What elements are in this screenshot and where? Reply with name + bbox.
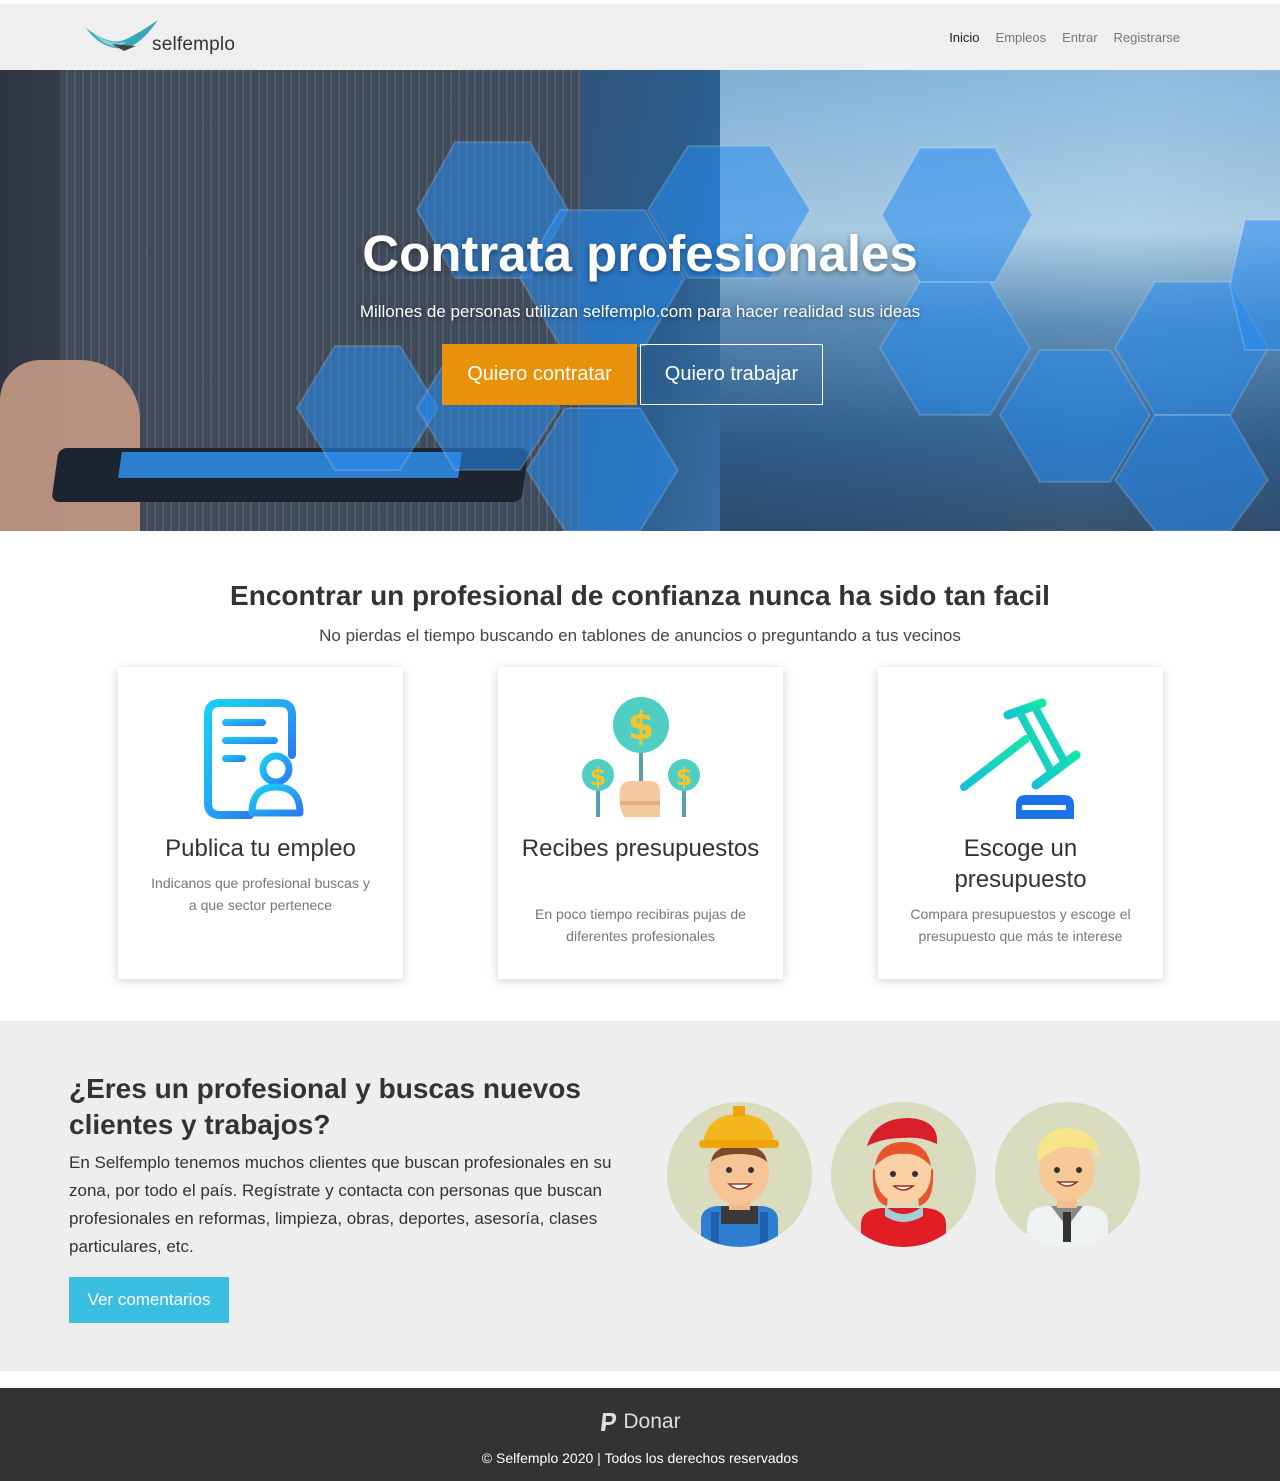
navbar: selfemplo Inicio Empleos Entrar Registra… (0, 4, 1280, 70)
step-title: Recibes presupuestos (521, 835, 760, 862)
footer: Donar © Selfemplo 2020 | Todos los derec… (0, 1388, 1280, 1481)
svg-text:$: $ (628, 704, 654, 748)
hero-banner: Contrata profesionales Millones de perso… (0, 70, 1280, 531)
donate-label: Donar (623, 1410, 681, 1433)
step-title: Escoge un presupuesto (954, 835, 1087, 893)
hire-button[interactable]: Quiero contratar (442, 344, 637, 405)
gavel-icon (960, 698, 1081, 819)
construction-worker-avatar (667, 1102, 812, 1247)
money-hand-icon: $ $ $ (582, 697, 700, 817)
nav-item-entrar[interactable]: Entrar (1062, 30, 1097, 45)
how-title: Encontrar un profesional de confianza nu… (230, 580, 1050, 611)
work-button[interactable]: Quiero trabajar (640, 344, 823, 405)
hero-subtitle: Millones de personas utilizan selfemplo.… (359, 302, 921, 321)
donate-link[interactable]: Donar (0, 1410, 1280, 1434)
professionals-section: ¿Eres un profesional y buscas nuevos cli… (0, 1021, 1280, 1371)
view-comments-button[interactable]: Ver comentarios (69, 1277, 229, 1323)
step-title: Publica tu empleo (165, 835, 356, 862)
hero-title: Contrata profesionales (362, 225, 918, 282)
nav-item-inicio[interactable]: Inicio (949, 30, 979, 45)
woman-beret-avatar (831, 1102, 976, 1247)
svg-text:$: $ (590, 763, 607, 791)
step-text: En poco tiempo recibiras pujas de difere… (535, 906, 746, 944)
main-nav: Inicio Empleos Entrar Registrarse (949, 30, 1180, 45)
brand-name: selfemplo (152, 34, 236, 55)
how-subtitle: No pierdas el tiempo buscando en tablone… (319, 626, 961, 645)
brand-logo[interactable]: selfemplo (84, 18, 244, 58)
professionals-title: ¿Eres un profesional y buscas nuevos cli… (69, 1073, 581, 1140)
step-text: Indicanos que profesional buscas y a que… (151, 875, 370, 913)
nav-item-registrarse[interactable]: Registrarse (1114, 30, 1180, 45)
nav-item-empleos[interactable]: Empleos (996, 30, 1047, 45)
doctor-avatar (995, 1102, 1140, 1247)
hexagon-overlay (295, 141, 1280, 531)
svg-text:$: $ (676, 763, 693, 791)
copyright-text: © Selfemplo 2020 | Todos los derechos re… (481, 1450, 799, 1466)
resume-icon (204, 699, 304, 819)
step-text: Compara presupuestos y escoge el presupu… (910, 906, 1131, 944)
step-card-publish: Publica tu empleo Indicanos que profesio… (118, 667, 403, 979)
step-card-choose: Escoge un presupuesto Compara presupuest… (878, 667, 1163, 979)
professionals-text: En Selfemplo tenemos muchos clientes que… (69, 1153, 612, 1256)
paypal-icon (601, 1413, 617, 1431)
step-card-quotes: $ $ $ Recibes presupuestos En poco tiemp… (498, 667, 783, 979)
